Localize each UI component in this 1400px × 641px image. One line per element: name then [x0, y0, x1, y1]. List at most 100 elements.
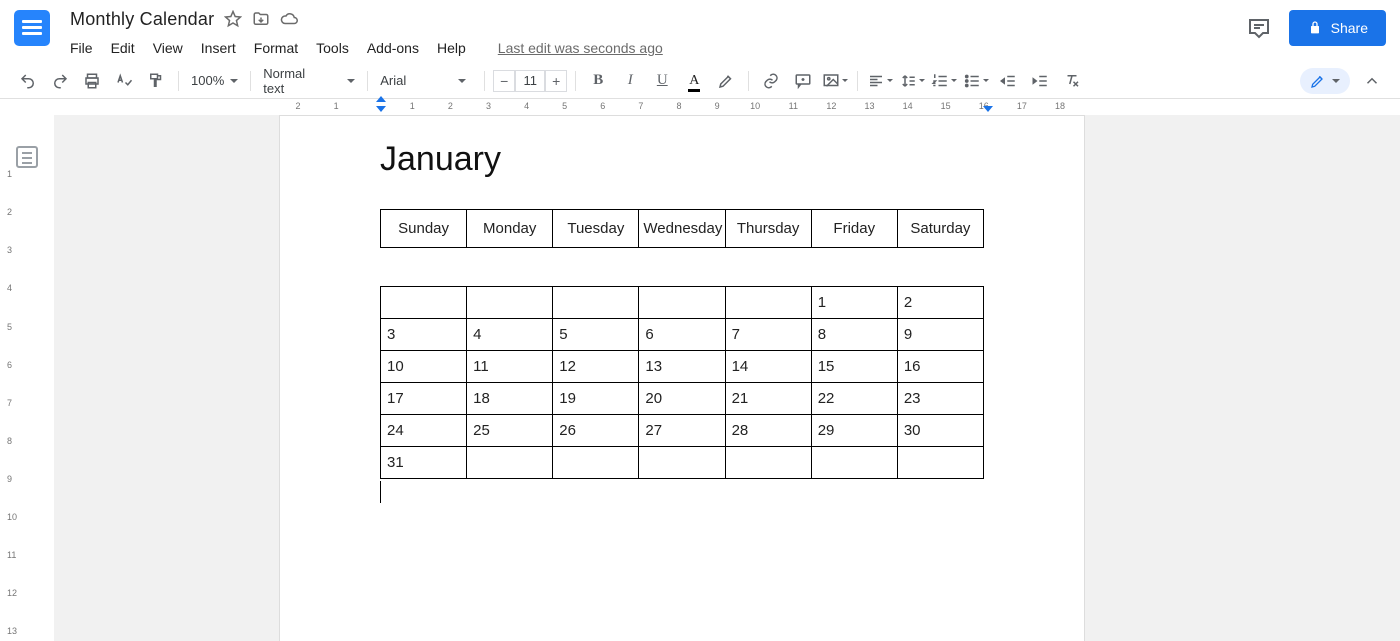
- right-indent-marker[interactable]: [983, 106, 993, 112]
- date-cell[interactable]: [639, 287, 725, 319]
- underline-button[interactable]: U: [648, 68, 676, 94]
- day-header[interactable]: Sunday: [381, 210, 467, 248]
- date-cell[interactable]: 27: [639, 415, 725, 447]
- date-cell[interactable]: 5: [553, 319, 639, 351]
- date-cell[interactable]: 19: [553, 383, 639, 415]
- date-cell[interactable]: 18: [467, 383, 553, 415]
- date-cell[interactable]: 25: [467, 415, 553, 447]
- date-cell[interactable]: 31: [381, 447, 467, 479]
- date-cell[interactable]: 9: [897, 319, 983, 351]
- comments-icon[interactable]: [1247, 16, 1271, 40]
- first-line-indent-marker[interactable]: [376, 96, 386, 102]
- menu-file[interactable]: File: [70, 40, 93, 56]
- date-cell[interactable]: 15: [811, 351, 897, 383]
- font-size-increase[interactable]: +: [545, 70, 567, 92]
- date-cell[interactable]: 3: [381, 319, 467, 351]
- spellcheck-button[interactable]: [110, 68, 138, 94]
- date-cell[interactable]: [553, 447, 639, 479]
- highlight-button[interactable]: [712, 68, 740, 94]
- image-button[interactable]: [821, 68, 849, 94]
- menu-addons[interactable]: Add-ons: [367, 40, 419, 56]
- numbered-list-button[interactable]: [930, 68, 958, 94]
- docs-logo[interactable]: [14, 10, 50, 46]
- date-cell[interactable]: 30: [897, 415, 983, 447]
- date-cell[interactable]: 22: [811, 383, 897, 415]
- page[interactable]: January SundayMondayTuesdayWednesdayThur…: [279, 115, 1085, 641]
- date-cell[interactable]: [725, 447, 811, 479]
- print-button[interactable]: [78, 68, 106, 94]
- menu-tools[interactable]: Tools: [316, 40, 349, 56]
- horizontal-ruler[interactable]: 21123456789101112131415161718: [54, 100, 1390, 114]
- date-cell[interactable]: 12: [553, 351, 639, 383]
- document-title[interactable]: Monthly Calendar: [70, 9, 214, 30]
- date-cell[interactable]: 4: [467, 319, 553, 351]
- day-header[interactable]: Thursday: [725, 210, 811, 248]
- date-cell[interactable]: 17: [381, 383, 467, 415]
- left-indent-marker[interactable]: [376, 106, 386, 112]
- month-title[interactable]: January: [380, 140, 984, 179]
- font-dropdown[interactable]: Arial: [376, 73, 476, 88]
- indent-increase-button[interactable]: [1026, 68, 1054, 94]
- menu-view[interactable]: View: [153, 40, 183, 56]
- link-button[interactable]: [757, 68, 785, 94]
- date-cell[interactable]: [811, 447, 897, 479]
- font-size-decrease[interactable]: −: [493, 70, 515, 92]
- date-cell[interactable]: 23: [897, 383, 983, 415]
- date-cell[interactable]: 2: [897, 287, 983, 319]
- date-cell[interactable]: 29: [811, 415, 897, 447]
- undo-button[interactable]: [14, 68, 42, 94]
- share-button[interactable]: Share: [1289, 10, 1386, 46]
- date-cell[interactable]: 20: [639, 383, 725, 415]
- day-header[interactable]: Tuesday: [553, 210, 639, 248]
- collapse-toolbar-button[interactable]: [1358, 68, 1386, 94]
- paragraph-style-dropdown[interactable]: Normal text: [259, 66, 359, 96]
- bullet-list-button[interactable]: [962, 68, 990, 94]
- day-header[interactable]: Monday: [467, 210, 553, 248]
- date-cell[interactable]: 21: [725, 383, 811, 415]
- font-size-input[interactable]: [515, 70, 545, 92]
- day-header[interactable]: Wednesday: [639, 210, 725, 248]
- bold-button[interactable]: B: [584, 68, 612, 94]
- date-cell[interactable]: 14: [725, 351, 811, 383]
- date-cell[interactable]: 28: [725, 415, 811, 447]
- paint-format-button[interactable]: [142, 68, 170, 94]
- menu-help[interactable]: Help: [437, 40, 466, 56]
- calendar-body-table[interactable]: 1234567891011121314151617181920212223242…: [380, 286, 984, 479]
- date-cell[interactable]: 7: [725, 319, 811, 351]
- zoom-dropdown[interactable]: 100%: [187, 73, 242, 88]
- cloud-status-icon[interactable]: [280, 10, 298, 28]
- last-edit-link[interactable]: Last edit was seconds ago: [498, 40, 663, 56]
- date-cell[interactable]: 1: [811, 287, 897, 319]
- date-cell[interactable]: 16: [897, 351, 983, 383]
- align-button[interactable]: [866, 68, 894, 94]
- date-cell[interactable]: [467, 447, 553, 479]
- star-icon[interactable]: [224, 10, 242, 28]
- indent-decrease-button[interactable]: [994, 68, 1022, 94]
- date-cell[interactable]: [467, 287, 553, 319]
- clear-formatting-button[interactable]: [1058, 68, 1086, 94]
- date-cell[interactable]: [725, 287, 811, 319]
- vertical-ruler[interactable]: 12345678910111213: [7, 116, 21, 641]
- date-cell[interactable]: [381, 287, 467, 319]
- editing-mode-button[interactable]: [1300, 68, 1350, 94]
- date-cell[interactable]: 26: [553, 415, 639, 447]
- comment-button[interactable]: [789, 68, 817, 94]
- text-color-button[interactable]: A: [680, 68, 708, 94]
- date-cell[interactable]: [553, 287, 639, 319]
- date-cell[interactable]: 10: [381, 351, 467, 383]
- redo-button[interactable]: [46, 68, 74, 94]
- document-canvas[interactable]: January SundayMondayTuesdayWednesdayThur…: [54, 115, 1400, 641]
- day-header[interactable]: Friday: [811, 210, 897, 248]
- calendar-header-table[interactable]: SundayMondayTuesdayWednesdayThursdayFrid…: [380, 209, 984, 248]
- italic-button[interactable]: I: [616, 68, 644, 94]
- date-cell[interactable]: 8: [811, 319, 897, 351]
- menu-insert[interactable]: Insert: [201, 40, 236, 56]
- date-cell[interactable]: 11: [467, 351, 553, 383]
- date-cell[interactable]: 24: [381, 415, 467, 447]
- date-cell[interactable]: 13: [639, 351, 725, 383]
- date-cell[interactable]: [639, 447, 725, 479]
- move-folder-icon[interactable]: [252, 10, 270, 28]
- date-cell[interactable]: 6: [639, 319, 725, 351]
- menu-format[interactable]: Format: [254, 40, 298, 56]
- line-spacing-button[interactable]: [898, 68, 926, 94]
